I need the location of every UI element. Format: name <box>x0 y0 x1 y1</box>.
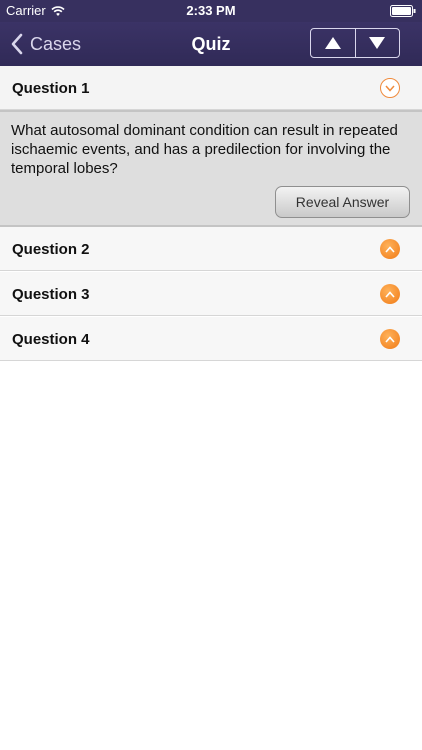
chevron-down-icon[interactable] <box>380 78 400 98</box>
status-time: 2:33 PM <box>186 3 236 18</box>
next-question-button[interactable] <box>354 29 400 57</box>
question-1-text: What autosomal dominant condition can re… <box>11 122 398 177</box>
previous-question-button[interactable] <box>311 29 355 57</box>
question-1-header[interactable]: Question 1 <box>0 66 422 110</box>
up-arrow-icon <box>324 37 341 49</box>
question-2-label: Question 2 <box>12 241 90 258</box>
question-3-label: Question 3 <box>12 286 90 303</box>
chevron-up-icon[interactable] <box>380 284 400 304</box>
battery-icon <box>390 5 416 17</box>
question-4-header[interactable]: Question 4 <box>0 317 422 361</box>
down-arrow-icon <box>369 37 386 49</box>
question-3-header[interactable]: Question 3 <box>0 272 422 316</box>
chevron-up-icon[interactable] <box>380 329 400 349</box>
chevron-up-icon[interactable] <box>380 239 400 259</box>
nav-bar: Cases Quiz <box>0 22 422 66</box>
question-4-label: Question 4 <box>12 331 90 348</box>
question-2-header[interactable]: Question 2 <box>0 227 422 271</box>
reveal-answer-button[interactable]: Reveal Answer <box>275 186 410 218</box>
question-1-body: What autosomal dominant condition can re… <box>0 110 422 227</box>
question-navigator <box>310 28 400 58</box>
status-bar: Carrier 2:33 PM <box>0 0 422 22</box>
question-1-label: Question 1 <box>12 80 90 97</box>
